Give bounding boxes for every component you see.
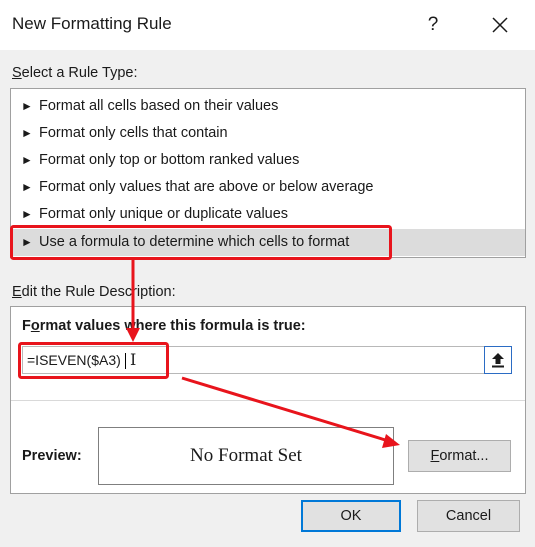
rule-type-item-label: Format only top or bottom ranked values (39, 152, 300, 168)
pointer-arrow-icon: ► (21, 153, 33, 167)
rule-type-list[interactable]: ► Format all cells based on their values… (10, 88, 526, 258)
formula-caption: Format values where this formula is true… (22, 318, 306, 334)
rule-type-item-label: Format only cells that contain (39, 125, 228, 141)
preview-label: Preview: (22, 448, 82, 464)
rule-type-item-label: Use a formula to determine which cells t… (39, 234, 350, 250)
new-formatting-rule-dialog: New Formatting Rule ? Select a Rule Type… (0, 0, 535, 547)
text-caret (125, 353, 126, 369)
pointer-arrow-icon: ► (21, 99, 33, 113)
rule-type-item-label: Format only values that are above or bel… (39, 179, 374, 195)
rule-type-item[interactable]: ► Format all cells based on their values (11, 93, 525, 120)
cancel-button[interactable]: Cancel (417, 500, 520, 532)
rule-type-label: Select a Rule Type: (12, 65, 138, 81)
ibeam-cursor-icon: I (130, 350, 137, 369)
title-bar: New Formatting Rule ? (0, 0, 535, 50)
rule-type-item-selected[interactable]: ► Use a formula to determine which cells… (11, 229, 525, 256)
panel-divider (11, 400, 525, 401)
collapse-dialog-button[interactable] (484, 346, 512, 374)
format-button[interactable]: Format... (408, 440, 511, 472)
rule-type-item[interactable]: ► Format only values that are above or b… (11, 174, 525, 201)
dialog-title: New Formatting Rule (12, 14, 172, 33)
collapse-dialog-icon (492, 353, 504, 368)
preview-box: No Format Set (98, 427, 394, 485)
formula-input[interactable]: =ISEVEN($A3) (22, 346, 490, 374)
pointer-arrow-icon: ► (21, 126, 33, 140)
close-button[interactable] (484, 10, 516, 40)
pointer-arrow-icon: ► (21, 207, 33, 221)
rule-type-item[interactable]: ► Format only unique or duplicate values (11, 201, 525, 228)
rule-type-item-label: Format all cells based on their values (39, 98, 279, 114)
rule-type-item-label: Format only unique or duplicate values (39, 206, 289, 222)
rule-type-item[interactable]: ► Format only top or bottom ranked value… (11, 147, 525, 174)
close-icon (492, 17, 508, 33)
rule-description-label: Edit the Rule Description: (12, 284, 176, 300)
ok-button[interactable]: OK (301, 500, 401, 532)
rule-type-item[interactable]: ► Format only cells that contain (11, 120, 525, 147)
pointer-arrow-icon: ► (21, 180, 33, 194)
help-button[interactable]: ? (418, 10, 448, 40)
pointer-arrow-icon: ► (21, 235, 33, 249)
